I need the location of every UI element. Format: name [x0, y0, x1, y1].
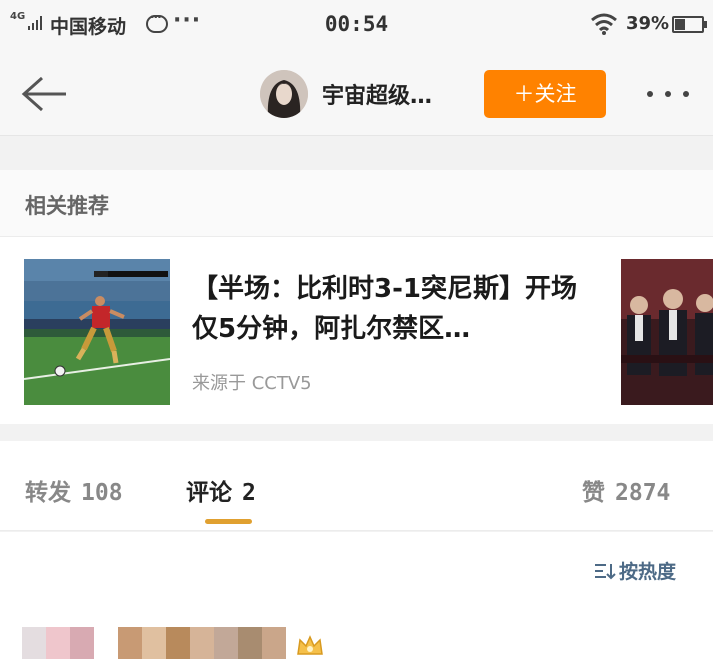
more-icon[interactable] — [643, 82, 693, 106]
section-title: 相关推荐 — [25, 194, 109, 218]
follow-button[interactable]: ＋关注 — [484, 70, 606, 118]
tab-label: 赞 — [582, 480, 605, 506]
recommendation-headline[interactable]: 【半场：比利时3-1突尼斯】开场仅5分钟，阿扎尔禁区… — [192, 269, 592, 349]
sort-toggle[interactable]: 按热度 — [594, 557, 676, 584]
tab-count: 2874 — [615, 480, 671, 506]
tab-reposts[interactable]: 转发 108 — [25, 473, 123, 507]
tab-count: 108 — [81, 480, 123, 506]
status-bar: 4G 中国移动 ··· 00:54 39% — [0, 0, 713, 52]
sort-icon — [595, 564, 616, 580]
active-tab-indicator — [205, 519, 252, 524]
tab-label: 评论 — [186, 480, 232, 506]
sort-label: 按热度 — [619, 561, 677, 583]
wifi-icon — [591, 13, 617, 35]
battery-icon — [672, 16, 707, 33]
username[interactable]: 宇宙超级… — [322, 78, 432, 110]
recommendation-source: 来源于 CCTV5 — [192, 373, 312, 394]
nav-bar: 宇宙超级… ＋关注 — [0, 52, 713, 136]
tab-comments[interactable]: 评论 2 — [186, 473, 256, 507]
avatar-portrait-icon — [260, 70, 308, 118]
feed-tabs: 转发 108 评论 2 赞 2874 — [0, 441, 713, 531]
comments-section: 按热度 — [0, 532, 713, 659]
recommendation-card[interactable]: 【半场：比利时3-1突尼斯】开场仅5分钟，阿扎尔禁区… 来源于 CCTV5 — [0, 237, 713, 424]
avatar[interactable] — [260, 70, 308, 118]
battery-fill — [675, 19, 685, 30]
studio-hosts-image — [621, 259, 713, 405]
tab-count: 2 — [242, 480, 256, 506]
tab-label: 转发 — [25, 480, 71, 506]
soccer-match-image — [24, 259, 170, 405]
video-thumbnail[interactable] — [24, 259, 170, 405]
related-recommendations: 相关推荐 【半场：比利时3-1突尼斯】开场仅5分钟，阿扎尔禁区… 来源于 CCT… — [0, 170, 713, 424]
back-arrow-icon[interactable] — [20, 74, 68, 114]
crown-badge-icon — [297, 635, 323, 655]
next-recommendation-thumbnail[interactable] — [621, 259, 713, 405]
battery-percent: 39% — [626, 13, 670, 34]
tab-likes[interactable]: 赞 2874 — [582, 473, 670, 507]
